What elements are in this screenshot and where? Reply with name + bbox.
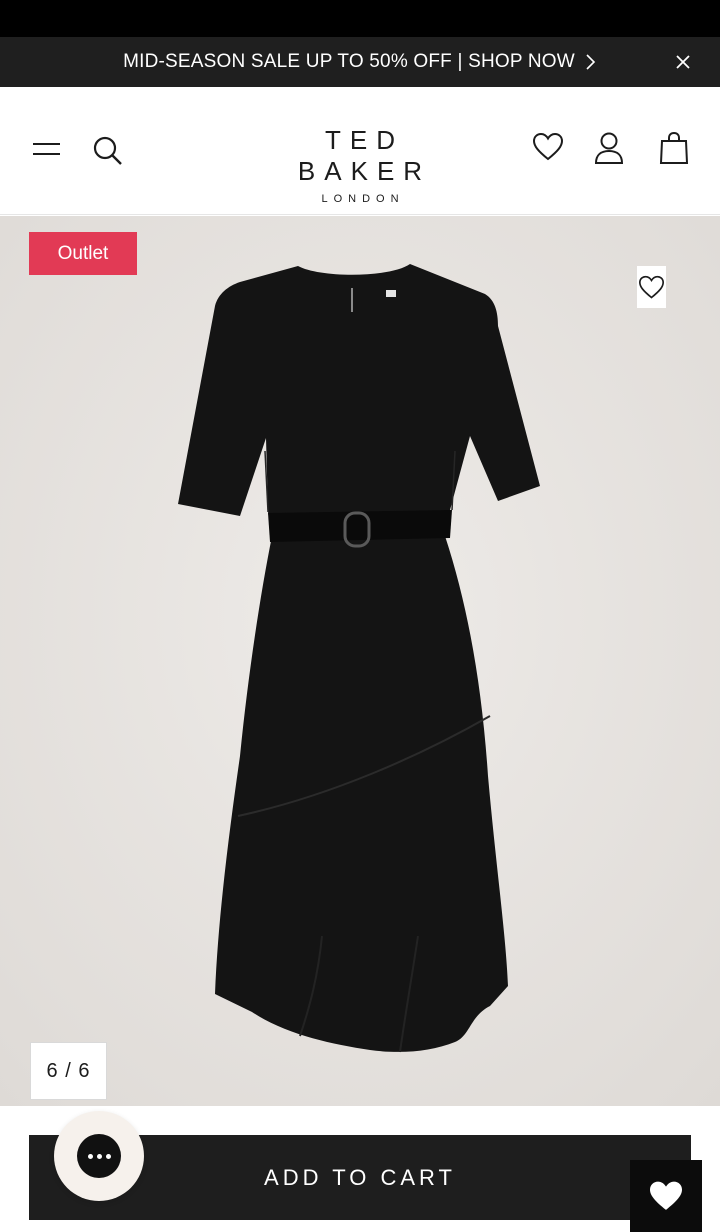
product-image <box>0 216 720 1106</box>
chat-dot <box>105 1153 111 1159</box>
brand-logo[interactable]: TED BAKER LONDON <box>260 125 460 205</box>
status-bar <box>0 0 720 37</box>
bag-icon[interactable] <box>659 131 689 165</box>
image-counter: 6 / 6 <box>30 1042 107 1100</box>
search-icon[interactable] <box>92 135 124 167</box>
promo-link[interactable]: MID-SEASON SALE UP TO 50% OFF | SHOP NOW <box>123 51 597 73</box>
chat-dot <box>87 1153 93 1159</box>
outlet-badge: Outlet <box>29 232 137 275</box>
chat-dot <box>96 1153 102 1159</box>
heart-filled-icon <box>650 1181 682 1210</box>
chevron-right-icon <box>586 54 596 70</box>
wishlist-icon[interactable] <box>532 132 564 162</box>
brand-subtitle: LONDON <box>321 193 405 205</box>
wishlist-fab-button[interactable] <box>630 1160 702 1232</box>
promo-banner: MID-SEASON SALE UP TO 50% OFF | SHOP NOW <box>0 37 720 87</box>
promo-text: MID-SEASON SALE UP TO 50% OFF | SHOP NOW <box>123 51 575 72</box>
account-icon[interactable] <box>594 131 624 165</box>
heart-outline-icon <box>638 275 665 299</box>
product-gallery[interactable]: Outlet 6 / 6 <box>0 216 720 1106</box>
add-to-wishlist-button[interactable] <box>637 266 666 308</box>
brand-name: TED BAKER <box>297 125 432 186</box>
chat-button[interactable] <box>54 1111 144 1201</box>
site-header: TED BAKER LONDON <box>0 87 720 215</box>
close-icon[interactable] <box>674 53 692 71</box>
chat-bubble-icon <box>77 1134 121 1178</box>
menu-icon[interactable] <box>32 139 62 159</box>
